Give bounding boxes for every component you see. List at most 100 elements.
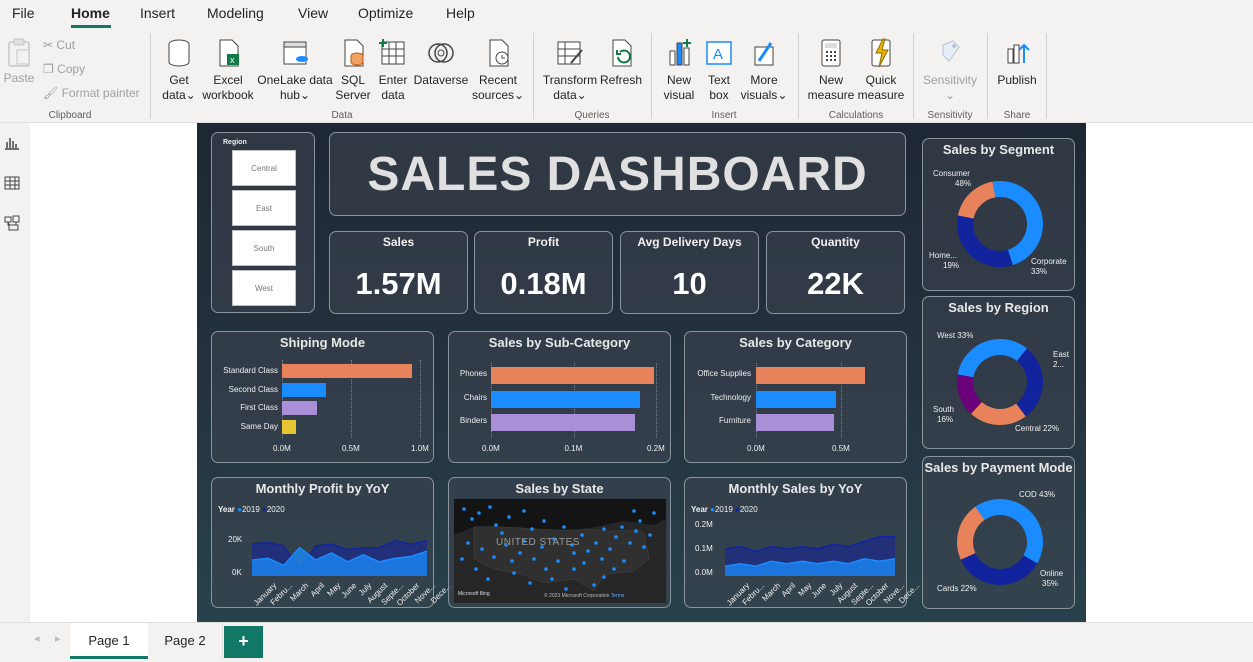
publish-button[interactable]: Publish (994, 37, 1040, 88)
bar[interactable] (282, 419, 296, 434)
page-tab-2[interactable]: Page 2 (148, 623, 223, 659)
onelake-data-hub-button[interactable]: OneLake data hub⌄ (256, 37, 334, 103)
slicer-item-west[interactable]: West (232, 270, 296, 306)
menu-view[interactable]: View (298, 5, 328, 21)
state-dot[interactable] (528, 581, 532, 585)
scroll-left-icon[interactable]: ◂ (34, 632, 40, 645)
map-area[interactable]: UNITED STATES Microsoft Bing © 2023 Micr… (454, 499, 666, 603)
bar[interactable] (282, 401, 317, 415)
state-dot[interactable] (556, 559, 560, 563)
state-dot[interactable] (602, 527, 606, 531)
new-measure-button[interactable]: New measure (806, 37, 856, 103)
state-dot[interactable] (634, 529, 638, 533)
state-dot[interactable] (507, 515, 511, 519)
menu-file[interactable]: File (12, 5, 35, 21)
more-visuals-button[interactable]: More visuals⌄ (740, 37, 788, 103)
donut-slice[interactable] (975, 499, 1043, 564)
state-dot[interactable] (572, 567, 576, 571)
bar[interactable] (491, 390, 640, 408)
state-dot[interactable] (648, 533, 652, 537)
excel-workbook-button[interactable]: x Excel workbook (200, 37, 256, 103)
bar[interactable] (756, 367, 865, 384)
bar[interactable] (282, 382, 326, 397)
menu-modeling[interactable]: Modeling (207, 5, 264, 21)
state-dot[interactable] (582, 561, 586, 565)
state-dot[interactable] (522, 509, 526, 513)
state-dot[interactable] (477, 511, 481, 515)
state-dot[interactable] (628, 541, 632, 545)
state-dot[interactable] (602, 575, 606, 579)
page-tab-1[interactable]: Page 1 (70, 623, 148, 659)
state-dot[interactable] (622, 559, 626, 563)
slicer-item-east[interactable]: East (232, 190, 296, 226)
bar[interactable] (282, 364, 412, 378)
state-dot[interactable] (642, 545, 646, 549)
paste-button[interactable]: Paste (2, 37, 36, 86)
table-view-icon[interactable] (4, 176, 20, 190)
menu-optimize[interactable]: Optimize (358, 5, 413, 21)
state-dot[interactable] (608, 547, 612, 551)
model-view-icon[interactable] (4, 215, 20, 231)
sql-server-button[interactable]: SQL Server (334, 37, 372, 103)
state-dot[interactable] (632, 509, 636, 513)
menu-help[interactable]: Help (446, 5, 475, 21)
bar[interactable] (491, 367, 654, 384)
state-dot[interactable] (638, 519, 642, 523)
refresh-button[interactable]: Refresh (599, 37, 643, 88)
state-dot[interactable] (480, 547, 484, 551)
format-painter-button[interactable]: 🖌 Format painter (43, 86, 140, 100)
state-dot[interactable] (652, 511, 656, 515)
state-dot[interactable] (572, 551, 576, 555)
scroll-right-icon[interactable]: ▸ (55, 632, 61, 645)
quick-measure-button[interactable]: Quick measure (856, 37, 906, 103)
dataverse-button[interactable]: Dataverse (412, 37, 470, 88)
copy-button[interactable]: ❐ Copy (43, 62, 85, 76)
menu-home[interactable]: Home (71, 5, 110, 21)
new-visual-button[interactable]: New visual (659, 37, 699, 103)
state-dot[interactable] (474, 567, 478, 571)
menu-insert[interactable]: Insert (140, 5, 175, 21)
state-dot[interactable] (500, 531, 504, 535)
add-page-button[interactable]: + (224, 626, 263, 658)
bar[interactable] (491, 414, 635, 431)
state-dot[interactable] (580, 533, 584, 537)
state-dot[interactable] (494, 523, 498, 527)
state-dot[interactable] (550, 577, 554, 581)
state-dot[interactable] (562, 525, 566, 529)
donut-slice[interactable] (957, 215, 1013, 267)
state-dot[interactable] (612, 567, 616, 571)
transform-data-button[interactable]: Transform data⌄ (541, 37, 599, 103)
donut-slice[interactable] (957, 506, 985, 560)
slicer-item-central[interactable]: Central (232, 150, 296, 186)
text-box-button[interactable]: A Text box (700, 37, 738, 103)
state-dot[interactable] (620, 525, 624, 529)
donut-slice[interactable] (960, 553, 1038, 585)
state-dot[interactable] (614, 535, 618, 539)
state-dot[interactable] (542, 519, 546, 523)
state-dot[interactable] (592, 583, 596, 587)
state-dot[interactable] (512, 571, 516, 575)
state-dot[interactable] (470, 517, 474, 521)
state-dot[interactable] (586, 549, 590, 553)
state-dot[interactable] (530, 527, 534, 531)
donut-slice[interactable] (1016, 348, 1043, 417)
slicer-item-south[interactable]: South (232, 230, 296, 266)
sensitivity-button[interactable]: Sensitivity ⌄ (918, 37, 982, 103)
state-dot[interactable] (518, 551, 522, 555)
terms-link[interactable]: Terms (611, 593, 625, 599)
bar[interactable] (756, 390, 836, 408)
state-dot[interactable] (532, 557, 536, 561)
cut-button[interactable]: ✂ Cut (43, 38, 75, 52)
state-dot[interactable] (486, 577, 490, 581)
state-dot[interactable] (564, 587, 568, 591)
state-dot[interactable] (492, 555, 496, 559)
state-dot[interactable] (600, 557, 604, 561)
state-dot[interactable] (466, 541, 470, 545)
donut-slice[interactable] (957, 339, 1027, 378)
state-dot[interactable] (488, 505, 492, 509)
state-dot[interactable] (544, 567, 548, 571)
state-dot[interactable] (594, 541, 598, 545)
state-dot[interactable] (510, 559, 514, 563)
state-dot[interactable] (462, 507, 466, 511)
recent-sources-button[interactable]: Recent sources⌄ (472, 37, 524, 103)
